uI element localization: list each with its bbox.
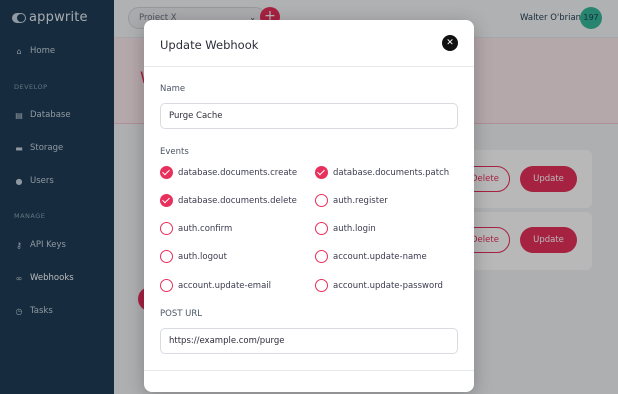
event-checkbox-database-documents-delete[interactable]: database.documents.delete [160,194,297,207]
modal-divider [144,66,474,67]
checkbox-unchecked-icon [315,194,328,207]
checkbox-unchecked-icon [160,222,173,235]
event-label: database.documents.delete [178,195,297,206]
event-label: account.update-name [333,251,427,262]
events-label: Events [160,147,189,157]
event-label: auth.login [333,223,376,234]
post-url-label: POST URL [160,309,202,319]
event-label: account.update-password [333,280,443,291]
checkbox-checked-icon [160,194,173,207]
checkbox-unchecked-icon [315,250,328,263]
event-checkbox-auth-register[interactable]: auth.register [315,194,388,207]
event-checkbox-auth-logout[interactable]: auth.logout [160,250,227,263]
checkbox-checked-icon [315,166,328,179]
event-label: database.documents.create [178,167,298,178]
post-url-field[interactable] [160,328,458,354]
event-checkbox-auth-confirm[interactable]: auth.confirm [160,222,232,235]
modal-title: Update Webhook [160,38,259,52]
checkbox-unchecked-icon [315,279,328,292]
name-field[interactable] [160,103,458,129]
close-icon[interactable]: ✕ [442,35,458,51]
event-checkbox-database-documents-patch[interactable]: database.documents.patch [315,166,449,179]
event-label: account.update-email [178,280,272,291]
event-checkbox-account-update-name[interactable]: account.update-name [315,250,427,263]
event-checkbox-account-update-email[interactable]: account.update-email [160,279,271,292]
checkbox-unchecked-icon [160,279,173,292]
event-checkbox-account-update-password[interactable]: account.update-password [315,279,443,292]
event-label: auth.confirm [178,223,233,234]
event-label: auth.register [333,195,388,206]
checkbox-checked-icon [160,166,173,179]
update-webhook-modal: Update Webhook ✕ Name Events database.do… [144,20,474,392]
event-label: auth.logout [178,251,227,262]
event-label: database.documents.patch [333,167,450,178]
event-checkbox-auth-login[interactable]: auth.login [315,222,376,235]
checkbox-unchecked-icon [315,222,328,235]
checkbox-unchecked-icon [160,250,173,263]
name-label: Name [160,84,186,94]
modal-footer-divider [144,370,474,371]
event-checkbox-database-documents-create[interactable]: database.documents.create [160,166,297,179]
